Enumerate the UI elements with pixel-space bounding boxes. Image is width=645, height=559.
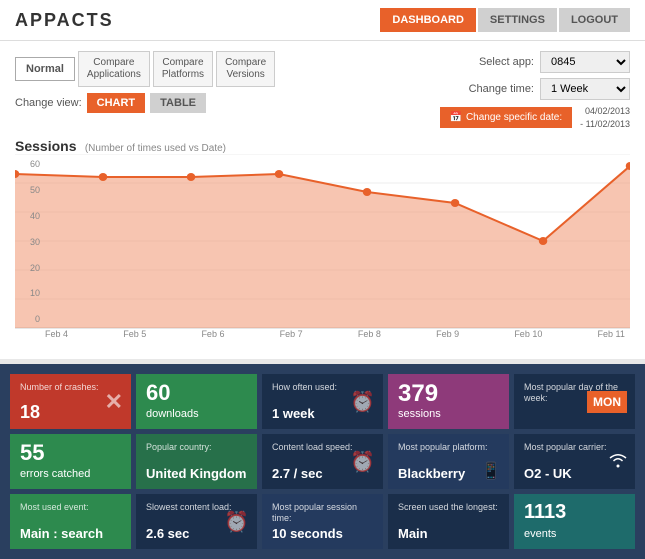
x-axis-labels: Feb 4 Feb 5 Feb 6 Feb 7 Feb 8 Feb 9 Feb … xyxy=(15,329,630,339)
change-specific-date-button[interactable]: 📅 Change specific date: xyxy=(440,107,573,128)
stat-downloads-value: 60 xyxy=(146,382,247,404)
tab-compare-applications[interactable]: CompareApplications xyxy=(78,51,150,87)
stats-section: Number of crashes: 18 ✕ 60 downloads How… xyxy=(0,364,645,559)
wifi-icon xyxy=(607,450,629,473)
stat-how-often: How often used: 1 week ⏰ xyxy=(262,374,383,429)
stat-downloads-label: downloads xyxy=(146,408,247,421)
logo: APPACTS xyxy=(15,10,114,31)
tab-compare-versions[interactable]: CompareVersions xyxy=(216,51,275,87)
dashboard-button[interactable]: DASHBOARD xyxy=(380,8,476,32)
y-axis-labels: 0 10 20 30 40 50 60 xyxy=(15,154,40,329)
change-view: Change view: CHART TABLE xyxy=(15,93,275,113)
stat-events-value: 1113 xyxy=(524,502,625,522)
x-label-feb11: Feb 11 xyxy=(598,329,625,339)
y-label-40: 40 xyxy=(15,211,40,221)
stat-country-label: Popular country: xyxy=(146,442,247,453)
y-label-20: 20 xyxy=(15,263,40,273)
stat-platform: Most popular platform: Blackberry 📱 xyxy=(388,434,509,489)
y-label-30: 30 xyxy=(15,237,40,247)
x-label-feb6: Feb 6 xyxy=(201,329,224,339)
x-label-feb9: Feb 9 xyxy=(436,329,459,339)
select-app-row: Select app: 0845 xyxy=(479,51,630,73)
stat-errors-label: errors catched xyxy=(20,468,121,481)
right-controls: Select app: 0845 Change time: 1 Week 📅 C… xyxy=(440,51,631,130)
stat-screen-value: Main xyxy=(398,527,499,541)
y-label-0: 0 xyxy=(15,314,40,324)
logout-button[interactable]: LOGOUT xyxy=(559,8,630,32)
x-label-feb4: Feb 4 xyxy=(45,329,68,339)
sessions-title-row: Sessions (Number of times used vs Date) xyxy=(15,138,630,154)
stat-event: Most used event: Main : search xyxy=(10,494,131,549)
change-view-label: Change view: xyxy=(15,97,82,109)
controls-row: Normal CompareApplications ComparePlatfo… xyxy=(15,51,630,130)
chart-svg xyxy=(15,154,630,329)
stat-session-time-value: 10 seconds xyxy=(272,527,373,541)
y-label-10: 10 xyxy=(15,288,40,298)
stat-events-label: events xyxy=(524,528,625,541)
phone-icon: 📱 xyxy=(481,461,501,481)
clock-icon: ⏰ xyxy=(350,389,375,414)
crash-icon: ✕ xyxy=(105,389,123,415)
calendar-icon: 📅 xyxy=(450,112,462,123)
stat-session-time: Most popular session time: 10 seconds xyxy=(262,494,383,549)
chart-area: 0 10 20 30 40 50 60 xyxy=(15,154,630,349)
header: APPACTS DASHBOARD SETTINGS LOGOUT xyxy=(0,0,645,41)
stat-event-label: Most used event: xyxy=(20,502,121,513)
sessions-subtitle: (Number of times used vs Date) xyxy=(85,143,226,154)
change-time-dropdown[interactable]: 1 Week xyxy=(540,78,630,100)
left-controls: Normal CompareApplications ComparePlatfo… xyxy=(15,51,275,113)
x-label-feb8: Feb 8 xyxy=(358,329,381,339)
stat-carrier: Most popular carrier: O2 - UK xyxy=(514,434,635,489)
x-label-feb5: Feb 5 xyxy=(123,329,146,339)
stat-sessions-label: sessions xyxy=(398,408,499,421)
stat-screen-label: Screen used the longest: xyxy=(398,502,499,513)
slowest-clock-icon: ⏰ xyxy=(224,509,249,534)
date-range: 04/02/2013 - 11/02/2013 xyxy=(580,105,630,130)
stat-screen: Screen used the longest: Main xyxy=(388,494,509,549)
stat-platform-label: Most popular platform: xyxy=(398,442,499,453)
stat-content-speed: Content load speed: 2.7 / sec ⏰ xyxy=(262,434,383,489)
select-app-dropdown[interactable]: 0845 xyxy=(540,51,630,73)
x-label-feb7: Feb 7 xyxy=(280,329,303,339)
chart-with-yaxis: 0 10 20 30 40 50 60 xyxy=(15,154,630,329)
stat-country-value: United Kingdom xyxy=(146,467,247,481)
y-label-50: 50 xyxy=(15,185,40,195)
stat-event-value: Main : search xyxy=(20,527,121,541)
tab-normal[interactable]: Normal xyxy=(15,57,75,81)
chart-view-button[interactable]: CHART xyxy=(87,93,146,113)
stat-country: Popular country: United Kingdom xyxy=(136,434,257,489)
nav-buttons: DASHBOARD SETTINGS LOGOUT xyxy=(380,8,630,32)
speed-clock-icon: ⏰ xyxy=(350,449,375,474)
stat-sessions-value: 379 xyxy=(398,382,499,406)
stat-session-time-label: Most popular session time: xyxy=(272,502,373,524)
y-label-60: 60 xyxy=(15,159,40,169)
tab-compare-platforms[interactable]: ComparePlatforms xyxy=(153,51,213,87)
stat-events: 1113 events xyxy=(514,494,635,549)
sessions-title: Sessions xyxy=(15,138,76,154)
x-label-feb10: Feb 10 xyxy=(514,329,542,339)
table-view-button[interactable]: TABLE xyxy=(150,93,206,113)
change-time-row: Change time: 1 Week xyxy=(469,78,630,100)
stat-errors-value: 55 xyxy=(20,442,121,464)
select-app-label: Select app: xyxy=(479,56,534,68)
stat-popular-day: Most popular day of the week: MON xyxy=(514,374,635,429)
mon-badge: MON xyxy=(587,391,627,413)
tab-group: Normal CompareApplications ComparePlatfo… xyxy=(15,51,275,87)
stat-sessions: 379 sessions xyxy=(388,374,509,429)
change-time-label: Change time: xyxy=(469,83,534,95)
stat-downloads: 60 downloads xyxy=(136,374,257,429)
main-content: Normal CompareApplications ComparePlatfo… xyxy=(0,41,645,359)
stat-slowest-load: Slowest content load: 2.6 sec ⏰ xyxy=(136,494,257,549)
stat-errors: 55 errors catched xyxy=(10,434,131,489)
stat-crashes: Number of crashes: 18 ✕ xyxy=(10,374,131,429)
settings-button[interactable]: SETTINGS xyxy=(478,8,557,32)
